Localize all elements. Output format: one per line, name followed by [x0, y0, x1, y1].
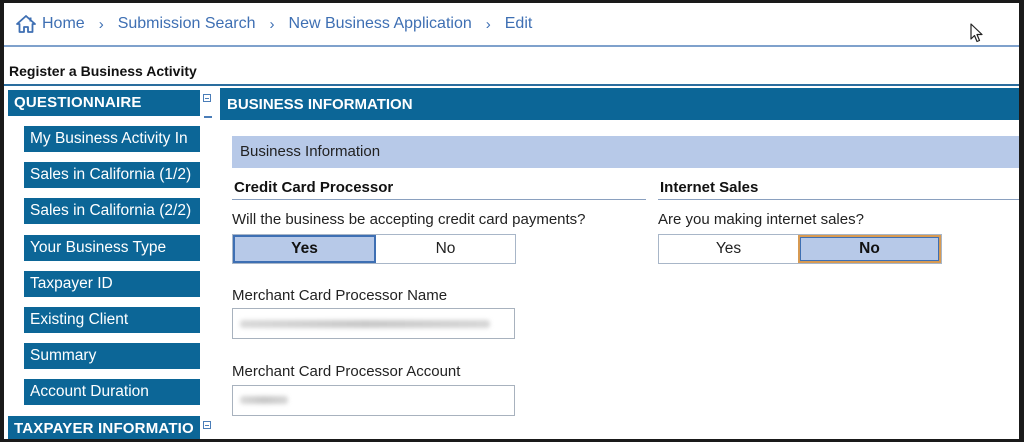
credit-card-question: Will the business be accepting credit ca…	[232, 211, 586, 228]
sidebar-item-existing-client[interactable]: Existing Client	[24, 307, 200, 333]
internet-sales-question: Are you making internet sales?	[658, 211, 864, 228]
sidebar-header-taxpayer-information[interactable]: TAXPAYER INFORMATIO	[8, 416, 200, 439]
breadcrumb-divider	[4, 45, 1019, 47]
page-title: Register a Business Activity	[9, 63, 197, 79]
cursor-icon	[970, 23, 983, 43]
credit-card-no-button[interactable]: No	[376, 235, 515, 263]
breadcrumb-new-business-application[interactable]: New Business Application	[289, 15, 472, 33]
sidebar-item-sales-california-2[interactable]: Sales in California (2/2)	[24, 198, 200, 224]
app-window: Home › Submission Search › New Business …	[4, 3, 1019, 439]
sidebar-item-sales-california-1[interactable]: Sales in California (1/2)	[24, 162, 200, 188]
collapse-dash	[204, 116, 212, 118]
credit-card-divider	[232, 199, 646, 200]
breadcrumb-submission-search[interactable]: Submission Search	[118, 15, 256, 33]
internet-sales-title: Internet Sales	[660, 179, 759, 196]
subsection-business-information: Business Information	[232, 136, 1019, 168]
internet-sales-no-button[interactable]: No	[798, 235, 941, 263]
credit-card-yes-button[interactable]: Yes	[233, 235, 376, 263]
sidebar-header-questionnaire[interactable]: QUESTIONNAIRE	[8, 90, 200, 116]
sidebar-item-summary[interactable]: Summary	[24, 343, 200, 369]
sidebar-item-taxpayer-id[interactable]: Taxpayer ID	[24, 271, 200, 297]
credit-card-title: Credit Card Processor	[234, 179, 394, 196]
collapse-icon[interactable]	[203, 94, 211, 102]
breadcrumb-separator: ›	[269, 15, 275, 33]
internet-sales-toggle: Yes No	[658, 234, 942, 264]
internet-sales-divider	[658, 199, 1019, 200]
breadcrumb-home[interactable]: Home	[42, 15, 85, 33]
breadcrumb-separator: ›	[98, 15, 104, 33]
sidebar-item-account-duration[interactable]: Account Duration	[24, 379, 200, 405]
title-divider	[4, 84, 1019, 86]
redacted-value	[240, 320, 490, 328]
internet-sales-yes-button[interactable]: Yes	[659, 235, 798, 263]
processor-name-label: Merchant Card Processor Name	[232, 287, 448, 304]
sidebar-item-business-type[interactable]: Your Business Type	[24, 235, 200, 261]
credit-card-toggle: Yes No	[232, 234, 516, 264]
processor-account-label: Merchant Card Processor Account	[232, 363, 461, 380]
collapse-icon[interactable]	[203, 421, 211, 429]
home-icon[interactable]	[16, 15, 36, 33]
breadcrumb-edit[interactable]: Edit	[505, 15, 533, 33]
breadcrumb: Home › Submission Search › New Business …	[4, 3, 1019, 45]
redacted-value	[240, 396, 288, 404]
breadcrumb-separator: ›	[485, 15, 491, 33]
section-header-business-information: BUSINESS INFORMATION	[220, 88, 1019, 120]
sidebar-item-my-business-activity[interactable]: My Business Activity In	[24, 126, 200, 152]
